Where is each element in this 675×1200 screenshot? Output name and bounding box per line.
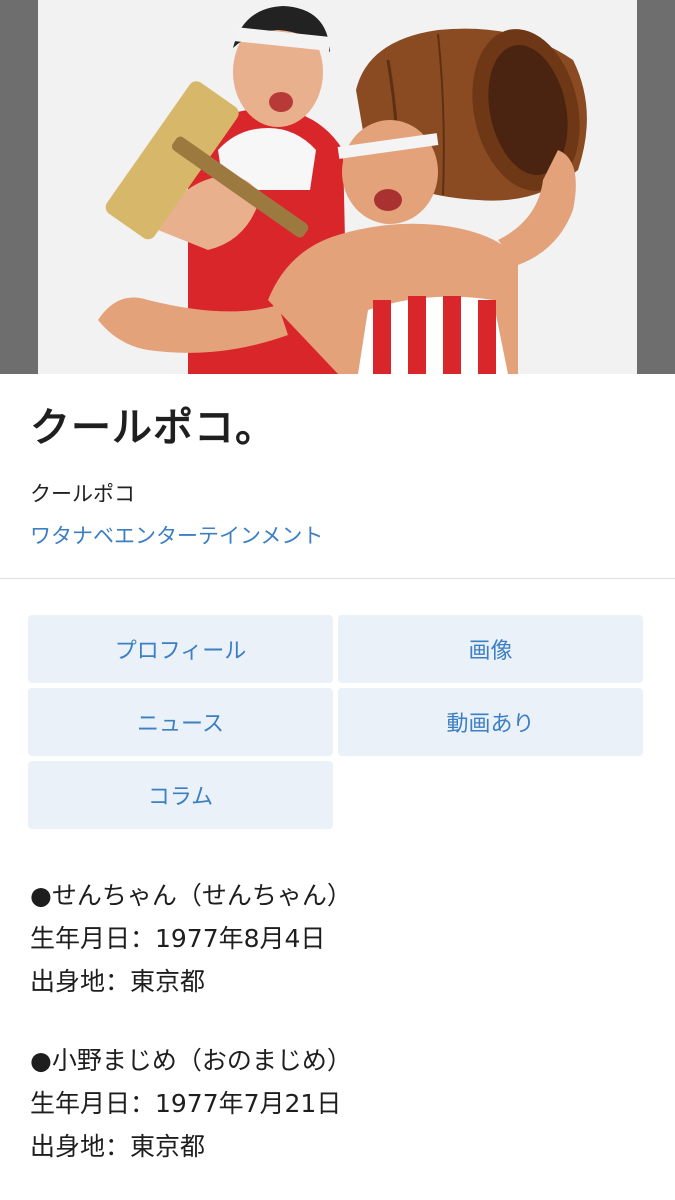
member-list: ●せんちゃん（せんちゃん） 生年月日：1977年8月4日 出身地：東京都 ●小野… (0, 874, 675, 1168)
member-birthdate: 生年月日：1977年7月21日 (30, 1089, 342, 1118)
artist-photo-illustration (38, 0, 637, 374)
member-birthplace: 出身地：東京都 (30, 1132, 206, 1161)
artist-name: クールポコ。 (30, 405, 276, 451)
artist-reading: クールポコ (30, 482, 135, 506)
tab-column[interactable]: コラム (28, 761, 333, 829)
member-name: ●小野まじめ（おのまじめ） (30, 1046, 352, 1075)
member-entry: ●せんちゃん（せんちゃん） 生年月日：1977年8月4日 出身地：東京都 (30, 874, 645, 1003)
tab-videos[interactable]: 動画あり (338, 688, 643, 756)
artist-photo (38, 0, 637, 374)
agency-link[interactable]: ワタナベエンターテインメント (30, 522, 323, 550)
member-name: ●せんちゃん（せんちゃん） (30, 881, 352, 910)
content-tabs: プロフィール 画像 ニュース 動画あり コラム (0, 579, 675, 829)
tab-news[interactable]: ニュース (28, 688, 333, 756)
tab-images[interactable]: 画像 (338, 615, 643, 683)
member-birthdate: 生年月日：1977年8月4日 (30, 924, 326, 953)
member-birthplace: 出身地：東京都 (30, 967, 206, 996)
member-entry: ●小野まじめ（おのまじめ） 生年月日：1977年7月21日 出身地：東京都 (30, 1039, 645, 1168)
artist-header: クールポコ。 クールポコ ワタナベエンターテインメント (0, 374, 675, 550)
hero-image-frame (0, 0, 675, 374)
tab-profile[interactable]: プロフィール (28, 615, 333, 683)
